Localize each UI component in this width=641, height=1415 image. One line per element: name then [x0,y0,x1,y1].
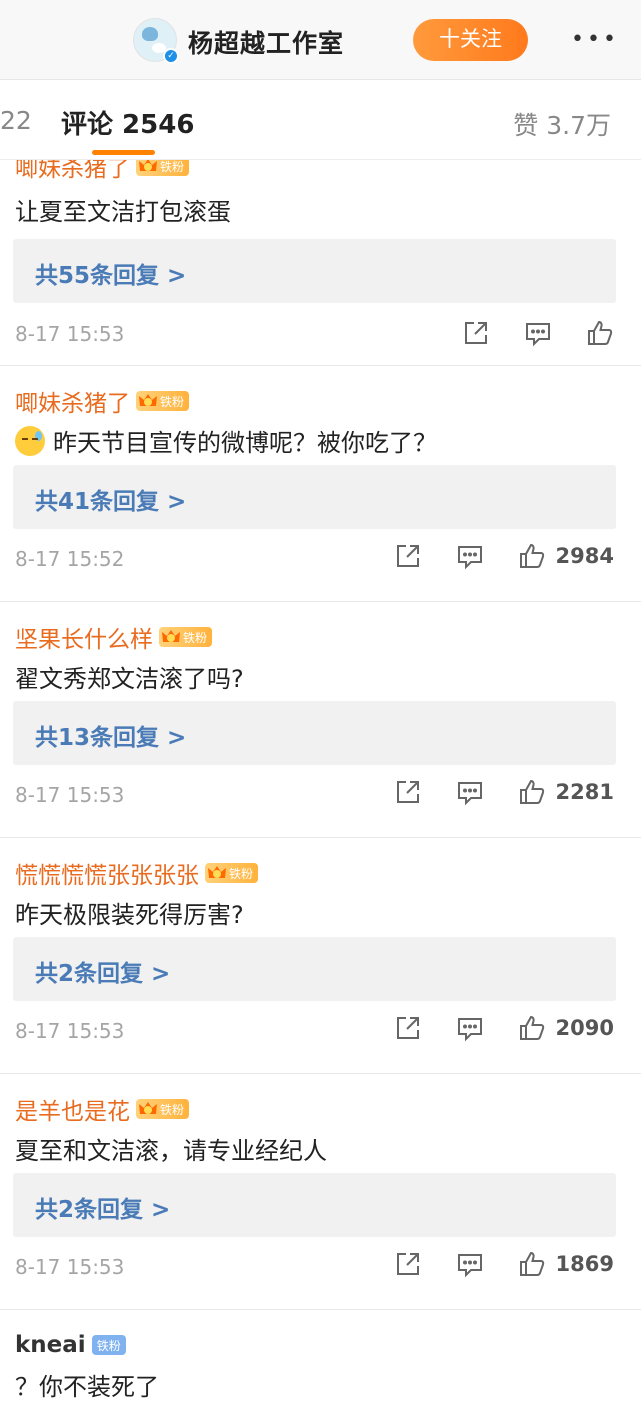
comment-timestamp: 8-17 15:53 [15,783,125,807]
comment-item: 唧妹杀猪了 铁粉 昨天节目宣传的微博呢？被你吃了？ 共41条回复 > 8-17 … [0,385,641,600]
share-icon[interactable] [394,1250,422,1278]
comment-text: 让夏至文洁打包滚蛋 [15,198,231,226]
comment-timestamp: 8-17 15:52 [15,547,125,571]
comment-actions: 2090 [394,1011,614,1045]
page-title[interactable]: 杨超越工作室 [188,24,344,60]
comment-icon[interactable] [524,319,552,347]
fan-badge: 铁粉 [136,391,190,411]
commenter-name[interactable]: 是羊也是花 [15,1092,130,1126]
like-count: 1869 [555,1252,614,1276]
fan-badge-label: 铁粉 [96,1338,121,1353]
crown-icon [207,864,227,882]
fan-badge-label: 铁粉 [160,1102,185,1117]
comment-icon[interactable] [456,1014,484,1042]
divider [0,365,641,366]
share-icon[interactable] [394,1014,422,1042]
reply-count-link[interactable]: 共2条回复 > [35,1190,170,1224]
reply-summary[interactable]: 共2条回复 > [13,1173,616,1237]
comment-actions: 1869 [394,1247,614,1281]
crown-icon [138,1100,158,1118]
fan-badge: 铁粉 [91,1335,126,1355]
reply-summary[interactable]: 共55条回复 > [13,239,616,303]
like-count: 2090 [555,1016,614,1040]
fan-badge-label: 铁粉 [229,866,254,881]
comment-header: 唧妹杀猪了 铁粉 [15,384,190,418]
avatar-image [142,27,158,41]
like-icon[interactable] [518,1250,546,1278]
verified-icon: ✓ [163,48,179,64]
comment-icon[interactable] [456,542,484,570]
comment-header: 是羊也是花 铁粉 [15,1092,190,1126]
comment-text: ？你不装死了 [15,1373,159,1401]
follow-button[interactable]: 十关注 [413,19,528,61]
share-icon[interactable] [394,542,422,570]
share-icon[interactable] [394,778,422,806]
commenter-name[interactable]: 坚果长什么样 [15,620,153,654]
divider [0,1073,641,1074]
comment-actions: 2281 [394,775,614,809]
reply-count-link[interactable]: 共13条回复 > [35,718,186,752]
divider [0,837,641,838]
divider [0,1309,641,1310]
sweat-emoji-icon [15,425,45,456]
like-icon[interactable] [586,319,614,347]
comment-item: 慌慌慌慌张张张张 铁粉 昨天极限装死得厉害? 共2条回复 > 8-17 15:5… [0,857,641,1072]
comment-icon[interactable] [456,778,484,806]
comment-text: 夏至和文洁滚，请专业经纪人 [15,1137,327,1165]
comment-item: 坚果长什么样 铁粉 翟文秀郑文洁滚了吗? 共13条回复 > 8-17 15:53… [0,621,641,836]
reply-summary[interactable]: 共2条回复 > [13,937,616,1001]
comment-actions [462,316,614,350]
more-options-button[interactable]: ••• [570,22,620,58]
top-header: ✓ 杨超越工作室 十关注 ••• [0,0,641,80]
comment-text: 翟文秀郑文洁滚了吗? [15,665,244,693]
comment-header: 慌慌慌慌张张张张 铁粉 [15,856,259,890]
comment-timestamp: 8-17 15:53 [15,1255,125,1279]
reply-count-link[interactable]: 共2条回复 > [35,954,170,988]
like-icon[interactable] [518,542,546,570]
like-icon[interactable] [518,778,546,806]
divider [0,601,641,602]
fan-badge: 铁粉 [159,627,213,647]
like-count: 2984 [555,544,614,568]
reply-summary[interactable]: 共13条回复 > [13,701,616,765]
comment-text: 昨天极限装死得厉害? [15,901,244,929]
tab-likes[interactable]: 赞 3.7万 [513,106,611,142]
comment-timestamp: 8-17 15:53 [15,1019,125,1043]
comment-actions: 2984 [394,539,614,573]
commenter-name[interactable]: kneai [15,1332,86,1358]
reply-summary[interactable]: 共41条回复 > [13,465,616,529]
like-icon[interactable] [518,1014,546,1042]
tab-comments[interactable]: 评论 2546 [61,104,194,141]
fan-badge-label: 铁粉 [160,394,185,409]
comment-timestamp: 8-17 15:53 [15,322,125,346]
comment-text: 昨天节目宣传的微博呢？被你吃了？ [53,429,437,457]
comment-header: kneai 铁粉 [15,1329,126,1361]
comment-header: 坚果长什么样 铁粉 [15,620,213,654]
share-icon[interactable] [462,319,490,347]
tab-bar: 22 评论 2546 赞 3.7万 [0,80,641,160]
tab-reposts[interactable]: 22 [0,106,32,135]
comment-body: 让夏至文洁打包滚蛋 共55条回复 > 8-17 15:53 [0,150,641,365]
crown-icon [161,628,181,646]
crown-icon [138,392,158,410]
reply-count-link[interactable]: 共55条回复 > [35,256,186,290]
commenter-name[interactable]: 慌慌慌慌张张张张 [15,856,199,890]
comment-text-row: 昨天节目宣传的微博呢？被你吃了？ [15,423,437,458]
comment-item: 是羊也是花 铁粉 夏至和文洁滚，请专业经纪人 共2条回复 > 8-17 15:5… [0,1093,641,1308]
reply-count-link[interactable]: 共41条回复 > [35,482,186,516]
fan-badge: 铁粉 [136,1099,190,1119]
fan-badge-label: 铁粉 [183,630,208,645]
commenter-name[interactable]: 唧妹杀猪了 [15,384,130,418]
comment-icon[interactable] [456,1250,484,1278]
fan-badge: 铁粉 [205,863,259,883]
like-count: 2281 [555,780,614,804]
comment-item: kneai 铁粉 ？你不装死了 [0,1329,641,1415]
